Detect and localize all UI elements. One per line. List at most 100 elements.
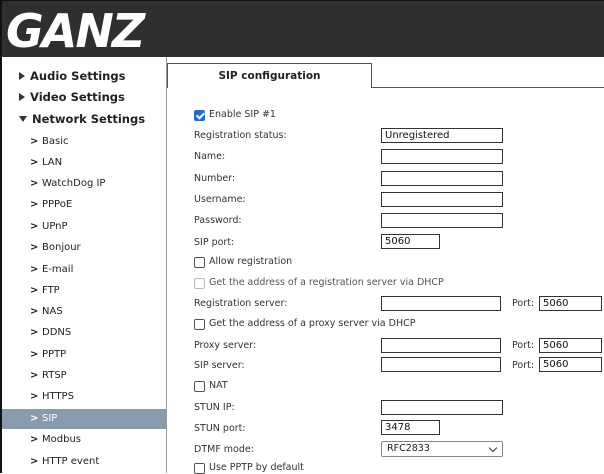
enable-sip-checkbox[interactable] xyxy=(194,110,205,121)
proxy-port-label: Port: xyxy=(512,340,535,351)
registration-server-label: Registration server: xyxy=(194,298,288,309)
chevron-right-icon: > xyxy=(30,242,39,253)
sidebar-item-e-mail[interactable]: > E-mail xyxy=(2,260,166,280)
nat-checkbox[interactable] xyxy=(194,381,205,392)
dtmf-mode-select[interactable]: RFC2833 xyxy=(381,441,503,457)
sidebar-item-label: LAN xyxy=(42,157,63,168)
sidebar-item-https[interactable]: > HTTPS xyxy=(2,387,166,407)
stun-port-input[interactable]: 3478 xyxy=(381,420,440,435)
sidebar-item-basic[interactable]: > Basic xyxy=(2,132,166,152)
sidebar-item-label: NAS xyxy=(42,306,63,317)
dhcp-registration-checkbox[interactable] xyxy=(194,278,205,289)
sip-port-label: SIP port: xyxy=(194,237,235,248)
section-label: Network Settings xyxy=(32,112,146,126)
sidebar-section-video-settings[interactable]: Video Settings xyxy=(2,87,166,107)
number-input[interactable] xyxy=(381,171,503,186)
dhcp-registration-label: Get the address of a registration server… xyxy=(209,277,444,288)
sidebar-section-network-settings[interactable]: Network Settings xyxy=(2,109,166,129)
chevron-down-icon xyxy=(488,443,498,453)
proxy-port-input[interactable]: 5060 xyxy=(539,338,602,353)
sidebar-item-label: HTTPS xyxy=(42,391,74,402)
sidebar-item-label: PPPoE xyxy=(42,199,73,210)
password-label: Password: xyxy=(194,215,242,226)
username-label: Username: xyxy=(194,194,246,205)
sidebar-item-pptp[interactable]: > PPTP xyxy=(2,345,166,365)
proxy-server-input[interactable] xyxy=(381,338,501,353)
sip-server-label: SIP server: xyxy=(194,360,245,371)
name-label: Name: xyxy=(194,151,226,162)
registration-status-field: Unregistered xyxy=(381,128,503,143)
sidebar: Audio Settings Video Settings Network Se… xyxy=(2,57,167,473)
sidebar-item-nas[interactable]: > NAS xyxy=(2,302,166,322)
sidebar-item-label: FTP xyxy=(42,285,60,296)
tab-underline xyxy=(372,87,604,88)
sidebar-item-label: Modbus xyxy=(42,434,81,445)
sidebar-section-audio-settings[interactable]: Audio Settings xyxy=(2,66,166,86)
sip-server-port-label: Port: xyxy=(512,360,535,371)
allow-registration-label: Allow registration xyxy=(209,256,293,267)
sidebar-item-ftp[interactable]: > FTP xyxy=(2,281,166,301)
sidebar-item-label: RTSP xyxy=(42,370,67,381)
chevron-right-icon: > xyxy=(30,157,39,168)
allow-registration-checkbox[interactable] xyxy=(194,257,205,268)
chevron-right-icon: > xyxy=(30,136,39,147)
sidebar-item-label: E-mail xyxy=(42,264,74,275)
sidebar-item-label: UPnP xyxy=(42,221,68,232)
section-label: Video Settings xyxy=(30,90,125,104)
section-label: Audio Settings xyxy=(30,69,126,83)
sip-server-port-input[interactable]: 5060 xyxy=(539,357,602,372)
chevron-right-icon: > xyxy=(30,349,39,360)
stun-ip-input[interactable] xyxy=(381,400,503,415)
main-panel: SIP configuration Enable SIP #1 Registra… xyxy=(167,57,604,474)
sidebar-item-label: Bonjour xyxy=(42,242,81,253)
sidebar-item-bonjour[interactable]: > Bonjour xyxy=(2,238,166,258)
sidebar-item-label: HTTP event xyxy=(42,456,100,467)
dtmf-mode-value: RFC2833 xyxy=(387,443,430,454)
collapsed-triangle-icon xyxy=(19,92,25,101)
sidebar-item-lan[interactable]: > LAN xyxy=(2,153,166,173)
tab-sip-configuration[interactable]: SIP configuration xyxy=(167,63,372,88)
expanded-triangle-icon xyxy=(19,115,27,122)
sidebar-item-label: SIP xyxy=(42,413,58,424)
ganz-logo: GANZ xyxy=(6,4,149,57)
chevron-right-icon: > xyxy=(30,285,39,296)
dhcp-proxy-checkbox[interactable] xyxy=(194,319,205,330)
sip-server-input[interactable] xyxy=(381,357,501,372)
chevron-right-icon: > xyxy=(30,178,39,189)
chevron-right-icon: > xyxy=(30,413,39,424)
sidebar-item-label: WatchDog IP xyxy=(42,178,106,189)
proxy-server-label: Proxy server: xyxy=(194,340,257,351)
chevron-right-icon: > xyxy=(30,456,39,467)
chevron-right-icon: > xyxy=(30,370,39,381)
registration-server-input[interactable] xyxy=(381,296,501,311)
chevron-right-icon: > xyxy=(30,264,39,275)
sidebar-item-http-event[interactable]: > HTTP event xyxy=(2,452,166,472)
collapsed-triangle-icon xyxy=(19,71,25,80)
use-pptp-label: Use PPTP by default xyxy=(209,462,304,473)
nat-label: NAT xyxy=(209,380,228,391)
sidebar-item-label: DDNS xyxy=(42,327,72,338)
sidebar-item-pppoe[interactable]: > PPPoE xyxy=(2,195,166,215)
password-input[interactable] xyxy=(381,213,503,228)
use-pptp-checkbox[interactable] xyxy=(194,463,205,474)
logo-text: GANZ xyxy=(6,4,147,57)
chevron-right-icon: > xyxy=(30,391,39,402)
dtmf-mode-label: DTMF mode: xyxy=(194,444,254,455)
sidebar-item-label: PPTP xyxy=(42,349,67,360)
sidebar-item-modbus[interactable]: > Modbus xyxy=(2,430,166,450)
sidebar-item-watchdog-ip[interactable]: > WatchDog IP xyxy=(2,174,166,194)
enable-sip-label: Enable SIP #1 xyxy=(209,109,276,120)
registration-port-input[interactable]: 5060 xyxy=(539,296,602,311)
name-input[interactable] xyxy=(381,149,503,164)
sidebar-item-ddns[interactable]: > DDNS xyxy=(2,323,166,343)
header-bar: GANZ xyxy=(2,1,604,57)
stun-ip-label: STUN IP: xyxy=(194,402,235,413)
chevron-right-icon: > xyxy=(30,434,39,445)
sip-port-input[interactable]: 5060 xyxy=(381,234,440,249)
sidebar-item-sip[interactable]: > SIP xyxy=(2,409,166,429)
username-input[interactable] xyxy=(381,192,503,207)
sidebar-item-rtsp[interactable]: > RTSP xyxy=(2,366,166,386)
chevron-right-icon: > xyxy=(30,199,39,210)
registration-port-label: Port: xyxy=(512,298,535,309)
sidebar-item-upnp[interactable]: > UPnP xyxy=(2,217,166,237)
